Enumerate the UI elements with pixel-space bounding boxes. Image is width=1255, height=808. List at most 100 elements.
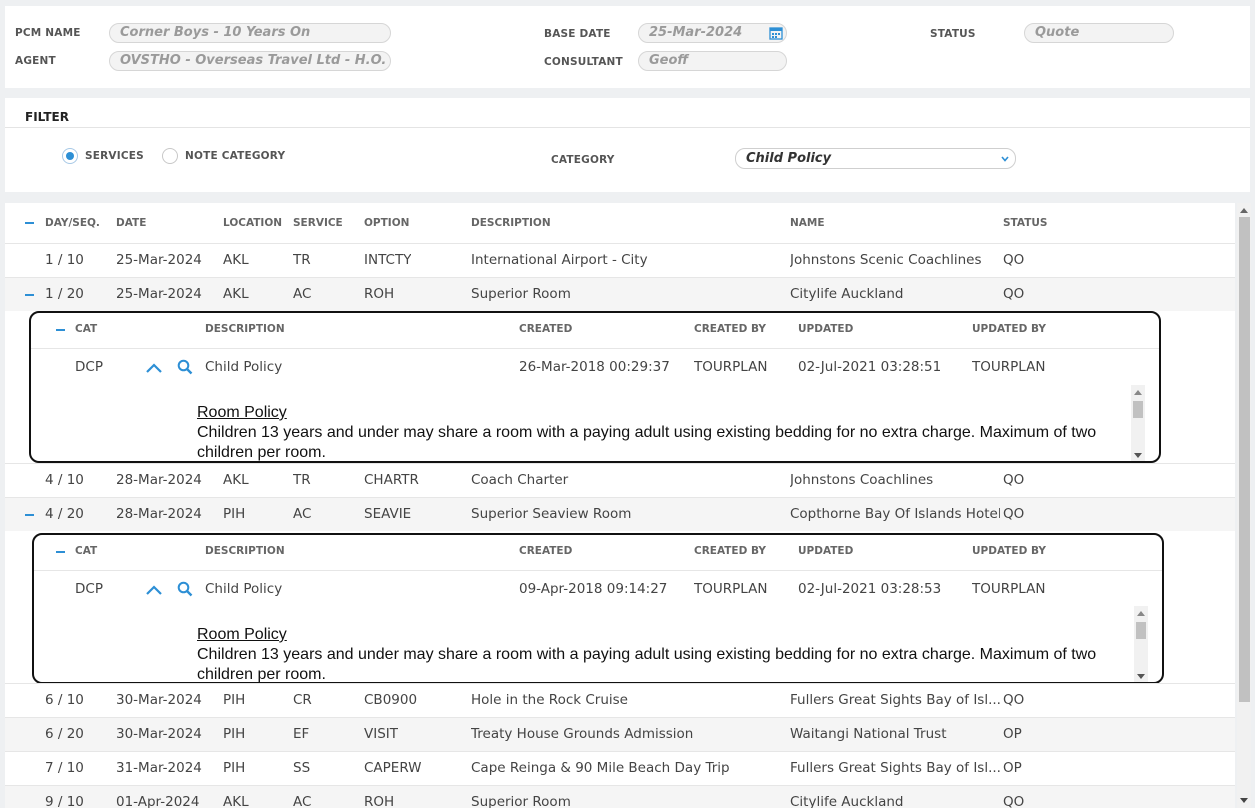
col-name[interactable]: NAME — [790, 217, 825, 229]
table-row[interactable]: 4 / 20 28-Mar-2024 PIH AC SEAVIE Superio… — [5, 497, 1235, 531]
cell-date: 30-Mar-2024 — [116, 692, 202, 708]
scroll-up-arrow[interactable] — [1137, 611, 1145, 616]
search-icon[interactable] — [177, 359, 193, 375]
note-category-radio-label[interactable]: NOTE CATEGORY — [185, 150, 285, 162]
col-created-by[interactable]: CREATED BY — [694, 545, 766, 557]
booking-header: PCM NAME Corner Boys - 10 Years On AGENT… — [5, 6, 1250, 88]
cell-date: 31-Mar-2024 — [116, 760, 202, 776]
col-service[interactable]: SERVICE — [293, 217, 343, 229]
scroll-down-arrow[interactable] — [1134, 453, 1142, 458]
col-dayseq[interactable]: DAY/SEQ. — [45, 217, 100, 229]
col-status[interactable]: STATUS — [1003, 217, 1047, 229]
collapse-notes-icon[interactable] — [56, 329, 65, 331]
scroll-up-arrow[interactable] — [1134, 390, 1142, 395]
col-cat[interactable]: CAT — [75, 323, 97, 335]
note-category-radio[interactable] — [162, 148, 178, 164]
cell-service: AC — [293, 286, 312, 302]
status-field[interactable]: Quote — [1024, 23, 1174, 43]
col-note-description[interactable]: DESCRIPTION — [205, 323, 285, 335]
table-row[interactable]: 9 / 10 01-Apr-2024 AKL AC ROH Superior R… — [5, 785, 1235, 808]
note-scrollbar[interactable] — [1131, 385, 1145, 461]
col-date[interactable]: DATE — [116, 217, 146, 229]
pcm-name-label: PCM NAME — [15, 27, 81, 39]
note-created: 09-Apr-2018 09:14:27 — [519, 581, 668, 597]
cell-location: AKL — [223, 472, 249, 488]
collapse-notes-icon[interactable] — [56, 551, 65, 553]
note-row[interactable]: DCP Child Policy 09-Apr-2018 09:14:27 TO… — [34, 572, 1162, 606]
col-created[interactable]: CREATED — [519, 323, 572, 335]
notes-subgrid: CAT DESCRIPTION CREATED CREATED BY UPDAT… — [29, 311, 1161, 463]
note-title: Room Policy — [197, 404, 287, 421]
scrollbar-thumb[interactable] — [1239, 217, 1250, 702]
grid-scrollbar[interactable] — [1237, 203, 1251, 808]
scrollbar-thumb[interactable] — [1136, 622, 1146, 639]
cell-status: QO — [1003, 252, 1025, 268]
consultant-field[interactable]: Geoff — [638, 51, 787, 71]
cell-date: 25-Mar-2024 — [116, 286, 202, 302]
collapse-row-icon[interactable] — [25, 294, 34, 296]
note-row[interactable]: DCP Child Policy 26-Mar-2018 00:29:37 TO… — [31, 350, 1159, 384]
col-updated-by[interactable]: UPDATED BY — [972, 545, 1046, 557]
cell-status: OP — [1003, 726, 1022, 742]
chevron-up-icon[interactable] — [145, 584, 163, 596]
agent-field[interactable]: OVSTHO - Overseas Travel Ltd - H.O. — [109, 51, 391, 71]
search-icon[interactable] — [177, 581, 193, 597]
table-row[interactable]: 6 / 20 30-Mar-2024 PIH EF VISIT Treaty H… — [5, 717, 1235, 751]
calendar-icon[interactable] — [769, 26, 783, 40]
note-scrollbar[interactable] — [1134, 606, 1148, 682]
cell-option: ROH — [364, 286, 395, 302]
col-updated[interactable]: UPDATED — [798, 323, 853, 335]
note-text-area[interactable]: Room Policy Children 13 years and under … — [197, 403, 1139, 461]
table-row[interactable]: 6 / 10 30-Mar-2024 PIH CR CB0900 Hole in… — [5, 683, 1235, 717]
col-created-by[interactable]: CREATED BY — [694, 323, 766, 335]
scrollbar-thumb[interactable] — [1133, 401, 1143, 418]
cell-location: AKL — [223, 286, 249, 302]
table-row[interactable]: 4 / 10 28-Mar-2024 AKL TR CHARTR Coach C… — [5, 463, 1235, 497]
table-row[interactable]: 1 / 10 25-Mar-2024 AKL TR INTCTY Interna… — [5, 243, 1235, 277]
col-created[interactable]: CREATED — [519, 545, 572, 557]
cell-date: 28-Mar-2024 — [116, 472, 202, 488]
cell-dayseq: 9 / 10 — [45, 794, 84, 808]
collapse-row-icon[interactable] — [25, 514, 34, 516]
cell-option: ROH — [364, 794, 395, 808]
col-updated-by[interactable]: UPDATED BY — [972, 323, 1046, 335]
grid-header: DAY/SEQ. DATE LOCATION SERVICE OPTION DE… — [5, 203, 1235, 243]
cell-date: 28-Mar-2024 — [116, 506, 202, 522]
note-updated-by: TOURPLAN — [972, 359, 1046, 375]
agent-label: AGENT — [15, 55, 56, 67]
scroll-down-arrow[interactable] — [1137, 674, 1145, 679]
cell-name: Fullers Great Sights Bay of Isl... — [790, 760, 1000, 776]
services-radio-label[interactable]: SERVICES — [85, 150, 144, 162]
cell-description: Superior Room — [471, 286, 571, 302]
category-select[interactable]: Child Policy — [735, 148, 1016, 169]
col-note-description[interactable]: DESCRIPTION — [205, 545, 285, 557]
base-date-field[interactable]: 25-Mar-2024 — [638, 23, 787, 43]
services-grid: DAY/SEQ. DATE LOCATION SERVICE OPTION DE… — [5, 203, 1235, 808]
services-radio[interactable] — [62, 148, 78, 164]
scroll-up-arrow[interactable] — [1240, 208, 1248, 213]
cell-name: Citylife Auckland — [790, 286, 904, 302]
cell-description: Superior Room — [471, 794, 571, 808]
col-cat[interactable]: CAT — [75, 545, 97, 557]
col-updated[interactable]: UPDATED — [798, 545, 853, 557]
pcm-name-field[interactable]: Corner Boys - 10 Years On — [109, 23, 391, 43]
note-created: 26-Mar-2018 00:29:37 — [519, 359, 670, 375]
base-date-label: BASE DATE — [544, 28, 611, 40]
col-location[interactable]: LOCATION — [223, 217, 282, 229]
note-cat: DCP — [75, 581, 103, 597]
note-updated: 02-Jul-2021 03:28:53 — [798, 581, 942, 597]
scroll-down-arrow[interactable] — [1240, 798, 1248, 803]
notes-subgrid-header: CAT DESCRIPTION CREATED CREATED BY UPDAT… — [34, 535, 1162, 571]
note-text-area[interactable]: Room Policy Children 13 years and under … — [197, 625, 1142, 682]
table-row[interactable]: 7 / 10 31-Mar-2024 PIH SS CAPERW Cape Re… — [5, 751, 1235, 785]
col-option[interactable]: OPTION — [364, 217, 409, 229]
cell-description: International Airport - City — [471, 252, 648, 268]
cell-date: 30-Mar-2024 — [116, 726, 202, 742]
chevron-up-icon[interactable] — [145, 362, 163, 374]
cell-description: Cape Reinga & 90 Mile Beach Day Trip — [471, 760, 730, 776]
cell-description: Superior Seaview Room — [471, 506, 632, 522]
collapse-all-icon[interactable] — [25, 222, 34, 224]
col-description[interactable]: DESCRIPTION — [471, 217, 551, 229]
table-row[interactable]: 1 / 20 25-Mar-2024 AKL AC ROH Superior R… — [5, 277, 1235, 311]
cell-option: INTCTY — [364, 252, 412, 268]
